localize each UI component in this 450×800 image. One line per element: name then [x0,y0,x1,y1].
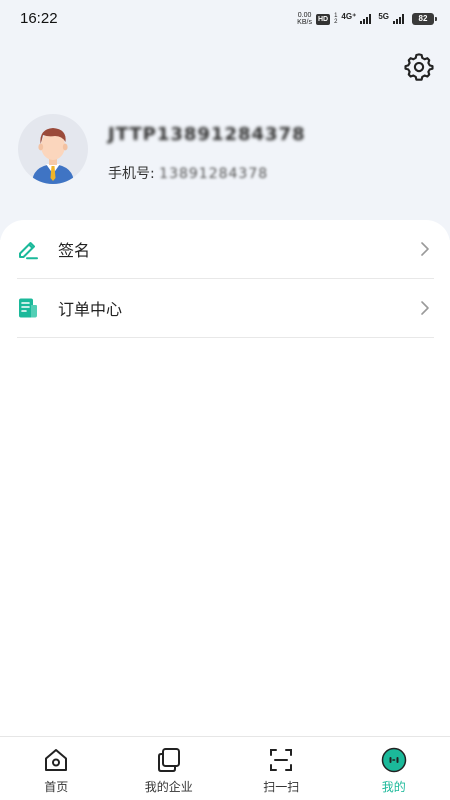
hd-voice-icon: HD [315,13,331,25]
status-time: 16:22 [20,10,58,27]
sim-indicator: 1 2 [334,13,337,25]
signal-strength-icon [360,14,372,24]
pen-icon [17,238,39,260]
phone-label: 手机号: [108,166,155,182]
menu-item-signature[interactable]: 签名 [17,220,434,279]
phone-number: 13891284378 [159,166,269,182]
settings-button[interactable] [404,52,434,82]
network-speed-value: 0.00 [297,12,312,19]
menu-item-label: 订单中心 [58,300,123,319]
avatar[interactable] [18,114,88,184]
gear-icon [404,53,434,81]
order-document-icon [17,297,39,319]
username: JTTP13891284378 [108,124,306,145]
nav-tab-my[interactable]: 我的 [338,737,450,800]
user-avatar-icon [32,128,74,184]
sim2-label: 2 [334,19,338,25]
menu-card: 签名 订单中心 [0,220,450,735]
my-profile-icon [381,747,407,773]
signal-strength-icon [393,14,404,24]
nav-tab-enterprise[interactable]: 我的企业 [113,737,226,800]
nav-tab-home[interactable]: 首页 [0,737,113,800]
phone-row: 手机号: 13891284378 [108,163,268,183]
chevron-right-icon [421,242,429,256]
network-speed: 0.00 KB/s [297,12,312,26]
network-type-2: 5G [378,11,389,21]
nav-label: 我的企业 [144,780,193,794]
battery-icon: 82 [412,13,437,25]
nav-label: 首页 [44,780,69,794]
nav-label: 我的 [381,780,406,794]
status-bar: 16:22 0.00 KB/s HD 1 2 4G⁺ 5G 82 [0,0,450,38]
chevron-right-icon [421,301,429,315]
home-icon [43,747,69,773]
status-indicators: 0.00 KB/s HD 1 2 4G⁺ 5G 82 [297,11,437,27]
network-speed-unit: KB/s [297,19,312,26]
nav-tab-scan[interactable]: 扫一扫 [225,737,338,800]
menu-item-label: 签名 [58,241,91,260]
network-type-1: 4G⁺ [341,11,357,21]
bottom-nav: 首页 我的企业 扫一扫 我的 [0,736,450,800]
menu-item-order-center[interactable]: 订单中心 [17,279,434,338]
enterprise-icon [156,747,182,773]
scan-icon [268,747,294,773]
nav-label: 扫一扫 [263,780,300,794]
